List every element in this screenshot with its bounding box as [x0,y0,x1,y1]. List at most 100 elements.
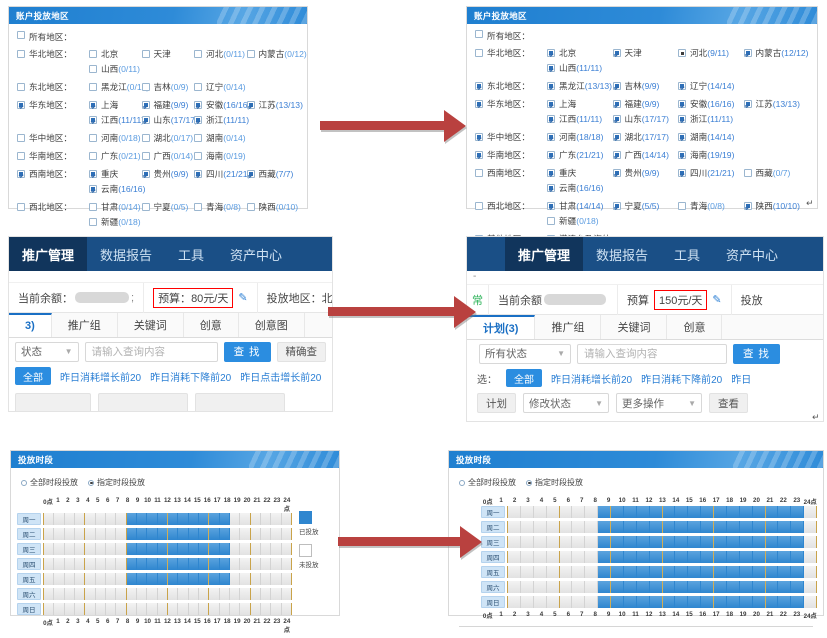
schedule-hour-cell[interactable] [54,543,65,555]
province-item[interactable]: 黑龙江 (13/13) [547,80,613,92]
schedule-hour-cell[interactable] [157,513,168,525]
schedule-hour-cell[interactable] [136,603,148,615]
schedule-hour-cell[interactable] [804,596,817,608]
schedule-hour-cell[interactable] [147,588,158,600]
schedule-hour-cell[interactable] [178,573,189,585]
schedule-hour-cell[interactable] [136,528,148,540]
schedule-hour-cell[interactable] [598,506,611,518]
province-item[interactable]: 陕西 (0/10) [246,201,300,213]
province-item[interactable]: 贵州 (9/9) [141,168,195,180]
schedule-hour-cell[interactable] [559,581,573,593]
schedule-hour-cell[interactable] [675,506,689,518]
schedule-hour-cell[interactable] [688,536,702,548]
schedule-hour-cell[interactable] [250,528,261,540]
schedule-hour-cell[interactable] [508,536,521,548]
region-group-toggle[interactable]: 华中地区： [475,131,547,143]
schedule-hour-cell[interactable] [752,521,766,533]
province-item[interactable]: 青海 (0/8) [678,200,744,212]
province-checkbox[interactable] [89,170,97,178]
schedule-hour-cell[interactable] [281,543,292,555]
pencil-square-icon[interactable]: ✎ [238,291,247,304]
schedule-hour-cell[interactable] [714,566,727,578]
schedule-hour-cell[interactable] [726,566,740,578]
province-checkbox[interactable] [612,169,621,177]
radio-all-hours[interactable]: 全部时段投放 [459,477,516,488]
schedule-hour-cell[interactable] [105,528,117,540]
province-item[interactable]: 青海 (0/8) [194,201,247,213]
province-checkbox[interactable] [246,101,255,109]
province-item[interactable]: 湖南 (0/14) [194,132,247,144]
schedule-hour-cell[interactable] [598,566,611,578]
schedule-hour-cell[interactable] [44,513,55,525]
province-checkbox[interactable] [89,116,97,124]
schedule-hour-cell[interactable] [598,596,611,608]
schedule-hour-cell[interactable] [54,603,65,615]
province-item[interactable]: 吉林 (9/9) [612,80,679,92]
schedule-hour-cell[interactable] [585,566,599,578]
schedule-hour-cell[interactable] [508,566,521,578]
schedule-hour-cell[interactable] [585,596,599,608]
quick-filter-link[interactable]: 昨日消耗增长前20 [551,371,632,386]
all-regions-checkbox[interactable] [475,30,483,38]
province-item[interactable]: 江西 (11/11) [89,114,144,126]
schedule-hour-cell[interactable] [136,558,148,570]
schedule-hour-cell[interactable] [520,521,534,533]
province-item[interactable]: 宁夏 (5/5) [612,200,679,212]
schedule-hour-cell[interactable] [752,551,766,563]
province-item[interactable]: 重庆 [89,168,142,180]
schedule-hour-cell[interactable] [271,573,282,585]
schedule-hour-cell[interactable] [520,506,534,518]
region-group-toggle[interactable]: 华南地区： [475,149,547,161]
schedule-hour-cell[interactable] [778,521,792,533]
pencil-square-icon[interactable]: ✎ [712,293,721,306]
schedule-hour-cell[interactable] [675,536,689,548]
schedule-hour-cell[interactable] [116,588,127,600]
province-checkbox[interactable] [678,100,686,108]
schedule-hour-cell[interactable] [726,506,740,518]
schedule-hour-cell[interactable] [533,506,547,518]
schedule-hour-cell[interactable] [778,551,792,563]
schedule-hour-cell[interactable] [598,551,611,563]
schedule-hour-cell[interactable] [675,521,689,533]
province-checkbox[interactable] [678,82,686,90]
schedule-hour-cell[interactable] [752,596,766,608]
schedule-hour-cell[interactable] [714,506,727,518]
province-checkbox[interactable] [743,169,752,177]
schedule-hour-cell[interactable] [116,528,127,540]
schedule-hour-cell[interactable] [598,536,611,548]
schedule-hour-cell[interactable] [260,543,272,555]
schedule-hour-cell[interactable] [791,521,805,533]
schedule-hour-cell[interactable] [95,543,106,555]
province-checkbox[interactable] [89,83,97,91]
schedule-hour-cell[interactable] [116,603,127,615]
province-item[interactable]: 新疆 (0/18) [89,216,142,228]
schedule-hour-cell[interactable] [649,506,663,518]
province-checkbox[interactable] [141,101,150,109]
schedule-hour-cell[interactable] [791,566,805,578]
province-item[interactable]: 广东 (21/21) [547,149,613,161]
schedule-hour-cell[interactable] [157,573,168,585]
schedule-day-row[interactable]: 周六 [481,581,817,593]
region-group-toggle[interactable]: 西北地区： [475,200,547,212]
province-item[interactable]: 天津 [612,47,679,59]
nav-tab-资产中心[interactable]: 资产中心 [713,237,791,271]
schedule-day-row[interactable]: 周四 [481,551,817,563]
view-button[interactable]: 查看 [709,393,748,413]
schedule-hour-cell[interactable] [147,573,158,585]
schedule-hour-cell[interactable] [726,551,740,563]
schedule-hour-cell[interactable] [74,513,86,525]
schedule-hour-cell[interactable] [804,536,817,548]
schedule-hour-cell[interactable] [240,588,251,600]
nav-tab-数据报告[interactable]: 数据报告 [87,237,165,271]
region-group-checkbox[interactable] [475,100,483,108]
schedule-hour-cell[interactable] [726,536,740,548]
schedule-hour-cell[interactable] [520,536,534,548]
province-checkbox[interactable] [743,100,752,108]
schedule-hour-cell[interactable] [240,558,251,570]
region-group-checkbox[interactable] [17,203,25,211]
province-checkbox[interactable] [612,100,621,108]
schedule-hour-cell[interactable] [701,596,714,608]
province-item[interactable]: 西藏 (7/7) [246,168,300,180]
schedule-hour-cell[interactable] [126,513,137,525]
schedule-day-row[interactable]: 周日 [17,603,292,615]
